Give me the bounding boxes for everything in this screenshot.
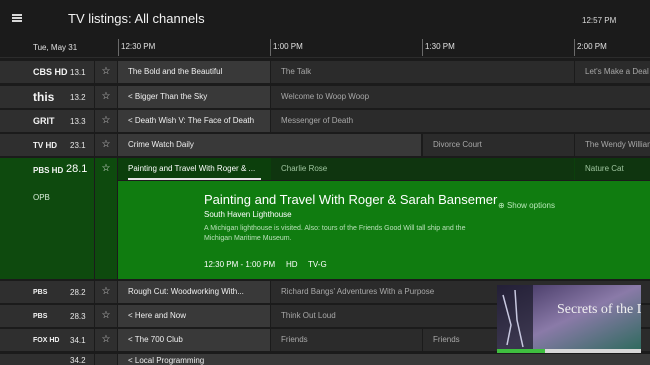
channel-logo: FOX HD xyxy=(33,337,60,344)
time-label: 1:00 PM xyxy=(273,42,303,51)
show-options-label: Show options xyxy=(506,201,555,210)
channel-logo: PBS xyxy=(33,289,48,296)
channel-cell[interactable]: PBS 28.3 xyxy=(0,305,94,327)
channel-row: GRIT 13.3 ☆ < Death Wish V: The Face of … xyxy=(0,110,650,132)
detail-time: 12:30 PM - 1:00 PM xyxy=(204,260,276,269)
program-cell[interactable]: Messenger of Death xyxy=(271,110,650,132)
channel-number: 13.1 xyxy=(70,68,86,77)
hamburger-icon[interactable] xyxy=(12,14,22,22)
time-tick xyxy=(422,39,423,56)
channel-row: 34.2 < Local Programming xyxy=(0,354,650,365)
detail-quality: HD xyxy=(286,260,298,269)
channel-logo: TV HD xyxy=(33,141,57,150)
channel-number: 34.1 xyxy=(70,336,86,345)
time-tick xyxy=(270,39,271,56)
program-cell[interactable]: Friends xyxy=(271,329,422,351)
channel-row: CBS HD 13.1 ☆ The Bold and the Beautiful… xyxy=(0,61,650,83)
detail-rating: TV-G xyxy=(308,260,327,269)
live-preview[interactable]: Secrets of the Dead xyxy=(497,285,641,353)
channel-logo: CBS HD xyxy=(33,67,68,77)
show-options-button[interactable]: ⊕ Show options xyxy=(498,201,555,210)
program-cell[interactable]: < Here and Now xyxy=(118,305,270,327)
favorite-star-icon[interactable]: ☆ xyxy=(95,281,117,303)
channel-cell[interactable]: 34.2 xyxy=(0,354,94,365)
program-cell[interactable]: Let's Make a Deal xyxy=(575,61,650,83)
clock: 12:57 PM xyxy=(582,16,617,25)
favorite-star-icon[interactable]: ☆ xyxy=(95,110,117,132)
page-title: TV listings: All channels xyxy=(68,11,205,26)
program-cell[interactable]: The Bold and the Beautiful xyxy=(118,61,270,83)
channel-logo: PBS xyxy=(33,313,48,320)
time-label: 2:00 PM xyxy=(577,42,607,51)
program-cell-selected[interactable]: Painting and Travel With Roger & ... xyxy=(118,158,270,180)
channel-cell[interactable]: GRIT 13.3 xyxy=(0,110,94,132)
channel-cell[interactable]: CBS HD 13.1 xyxy=(0,61,94,83)
time-label: 12:30 PM xyxy=(121,42,156,51)
preview-title-art: Secrets of the Dead xyxy=(557,302,641,317)
channel-cell[interactable]: PBS 28.2 xyxy=(0,281,94,303)
program-cell[interactable]: < Death Wish V: The Face of Death xyxy=(118,110,270,132)
time-tick xyxy=(574,39,575,56)
channel-cell[interactable]: TV HD 23.1 xyxy=(0,134,94,156)
channel-row: TV HD 23.1 ☆ Crime Watch Daily Divorce C… xyxy=(0,134,650,156)
program-cell[interactable]: < The 700 Club xyxy=(118,329,270,351)
time-bar xyxy=(0,38,650,58)
selected-channel-cell[interactable]: PBS HD 28.1 OPB xyxy=(0,158,94,279)
detail-description: A Michigan lighthouse is visited. Also: … xyxy=(204,225,466,242)
program-cell[interactable]: Welcome to Woop Woop xyxy=(271,86,650,108)
favorite-star-icon[interactable]: ☆ xyxy=(95,61,117,83)
favorite-star-icon[interactable]: ☆ xyxy=(95,134,117,156)
date-label: Tue, May 31 xyxy=(33,43,78,52)
channel-number: 13.3 xyxy=(70,117,86,126)
program-cell[interactable]: Crime Watch Daily xyxy=(118,134,421,156)
favorite-star-icon[interactable]: ☆ xyxy=(95,305,117,327)
program-cell[interactable]: Rough Cut: Woodworking With... xyxy=(118,281,270,303)
channel-number: 34.2 xyxy=(70,356,86,365)
time-tick xyxy=(118,39,119,56)
channel-logo: PBS HD xyxy=(33,166,64,175)
program-cell[interactable]: Nature Cat xyxy=(575,158,650,180)
program-cell[interactable]: < Local Programming xyxy=(118,354,650,365)
favorite-star-icon[interactable]: ☆ xyxy=(95,86,117,108)
channel-row: this 13.2 ☆ < Bigger Than the Sky Welcom… xyxy=(0,86,650,108)
program-cell[interactable]: Divorce Court xyxy=(423,134,574,156)
channel-number: 28.2 xyxy=(70,288,86,297)
channel-number: 28.1 xyxy=(66,163,88,175)
detail-title: Painting and Travel With Roger & Sarah B… xyxy=(204,192,498,207)
channel-cell[interactable]: FOX HD 34.1 xyxy=(0,329,94,351)
time-label: 1:30 PM xyxy=(425,42,455,51)
program-cell[interactable]: < Bigger Than the Sky xyxy=(118,86,270,108)
channel-number: 28.3 xyxy=(70,312,86,321)
channel-cell[interactable]: this 13.2 xyxy=(0,86,94,108)
favorite-star-icon[interactable]: ☆ xyxy=(95,329,117,351)
detail-episode: South Haven Lighthouse xyxy=(204,210,292,219)
favorite-star-icon[interactable]: ☆ xyxy=(95,158,117,279)
program-cell[interactable]: Charlie Rose xyxy=(271,158,574,180)
options-circle-icon: ⊕ xyxy=(498,201,507,210)
focus-underline xyxy=(128,178,261,180)
channel-number: 13.2 xyxy=(70,93,86,102)
program-cell[interactable]: The Wendy Williams xyxy=(575,134,650,156)
favorite-star-icon[interactable] xyxy=(95,354,117,365)
preview-progress-fill xyxy=(497,349,545,353)
channel-number: 23.1 xyxy=(70,141,86,150)
preview-image: Secrets of the Dead xyxy=(497,285,641,353)
channel-logo: GRIT xyxy=(33,116,55,126)
program-cell[interactable]: The Talk xyxy=(271,61,574,83)
channel-logo: this xyxy=(33,90,55,104)
channel-name: OPB xyxy=(33,193,50,202)
